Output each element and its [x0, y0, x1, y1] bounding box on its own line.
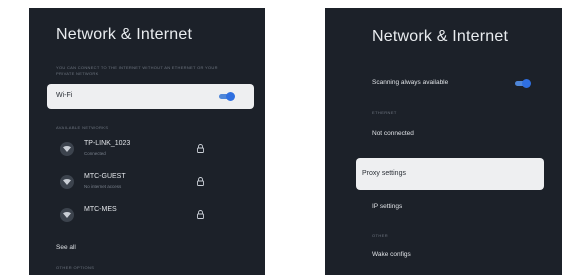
lock-icon — [197, 144, 204, 153]
available-networks-header: Available networks — [56, 125, 109, 130]
wifi-icon — [60, 208, 74, 222]
other-header: Other — [372, 233, 388, 238]
lock-icon — [197, 177, 204, 186]
network-item[interactable]: TP-LINK_1023 Connected — [60, 139, 260, 165]
info-note: You can connect to the internet without … — [56, 65, 218, 76]
not-connected-status: Not connected — [372, 130, 414, 137]
see-all-link[interactable]: See all — [56, 244, 76, 251]
proxy-settings-item[interactable]: Proxy settings — [356, 158, 544, 190]
wifi-icon — [60, 142, 74, 156]
wifi-label: Wi-Fi — [56, 92, 73, 99]
switch-knob — [522, 79, 531, 88]
proxy-settings-label: Proxy settings — [362, 170, 406, 177]
page-title: Network & Internet — [56, 26, 193, 43]
wifi-toggle-row[interactable]: Wi-Fi — [47, 84, 254, 109]
scanning-label[interactable]: Scanning always available — [372, 79, 448, 86]
network-internet-screen-wifi: Network & Internet You can connect to th… — [29, 8, 265, 275]
network-name: MTC-MES — [84, 206, 117, 213]
network-name: TP-LINK_1023 — [84, 140, 131, 147]
scanning-switch[interactable] — [515, 79, 531, 88]
page-title: Network & Internet — [372, 28, 509, 45]
network-internet-screen-proxy: Network & Internet Scanning always avail… — [325, 8, 562, 275]
ip-settings-item[interactable]: IP settings — [372, 203, 402, 210]
ethernet-header: Ethernet — [372, 110, 397, 115]
network-status: No internet access — [84, 184, 122, 189]
wifi-icon — [60, 175, 74, 189]
other-options-header: Other options — [56, 265, 95, 270]
network-item[interactable]: MTC-GUEST No internet access — [60, 172, 260, 198]
network-item[interactable]: MTC-MES — [60, 205, 260, 231]
wifi-switch[interactable] — [219, 92, 235, 101]
lock-icon — [197, 210, 204, 219]
network-name: MTC-GUEST — [84, 173, 126, 180]
wake-configs-item[interactable]: Wake configs — [372, 251, 411, 258]
switch-knob — [226, 92, 235, 101]
network-status: Connected — [84, 151, 106, 156]
